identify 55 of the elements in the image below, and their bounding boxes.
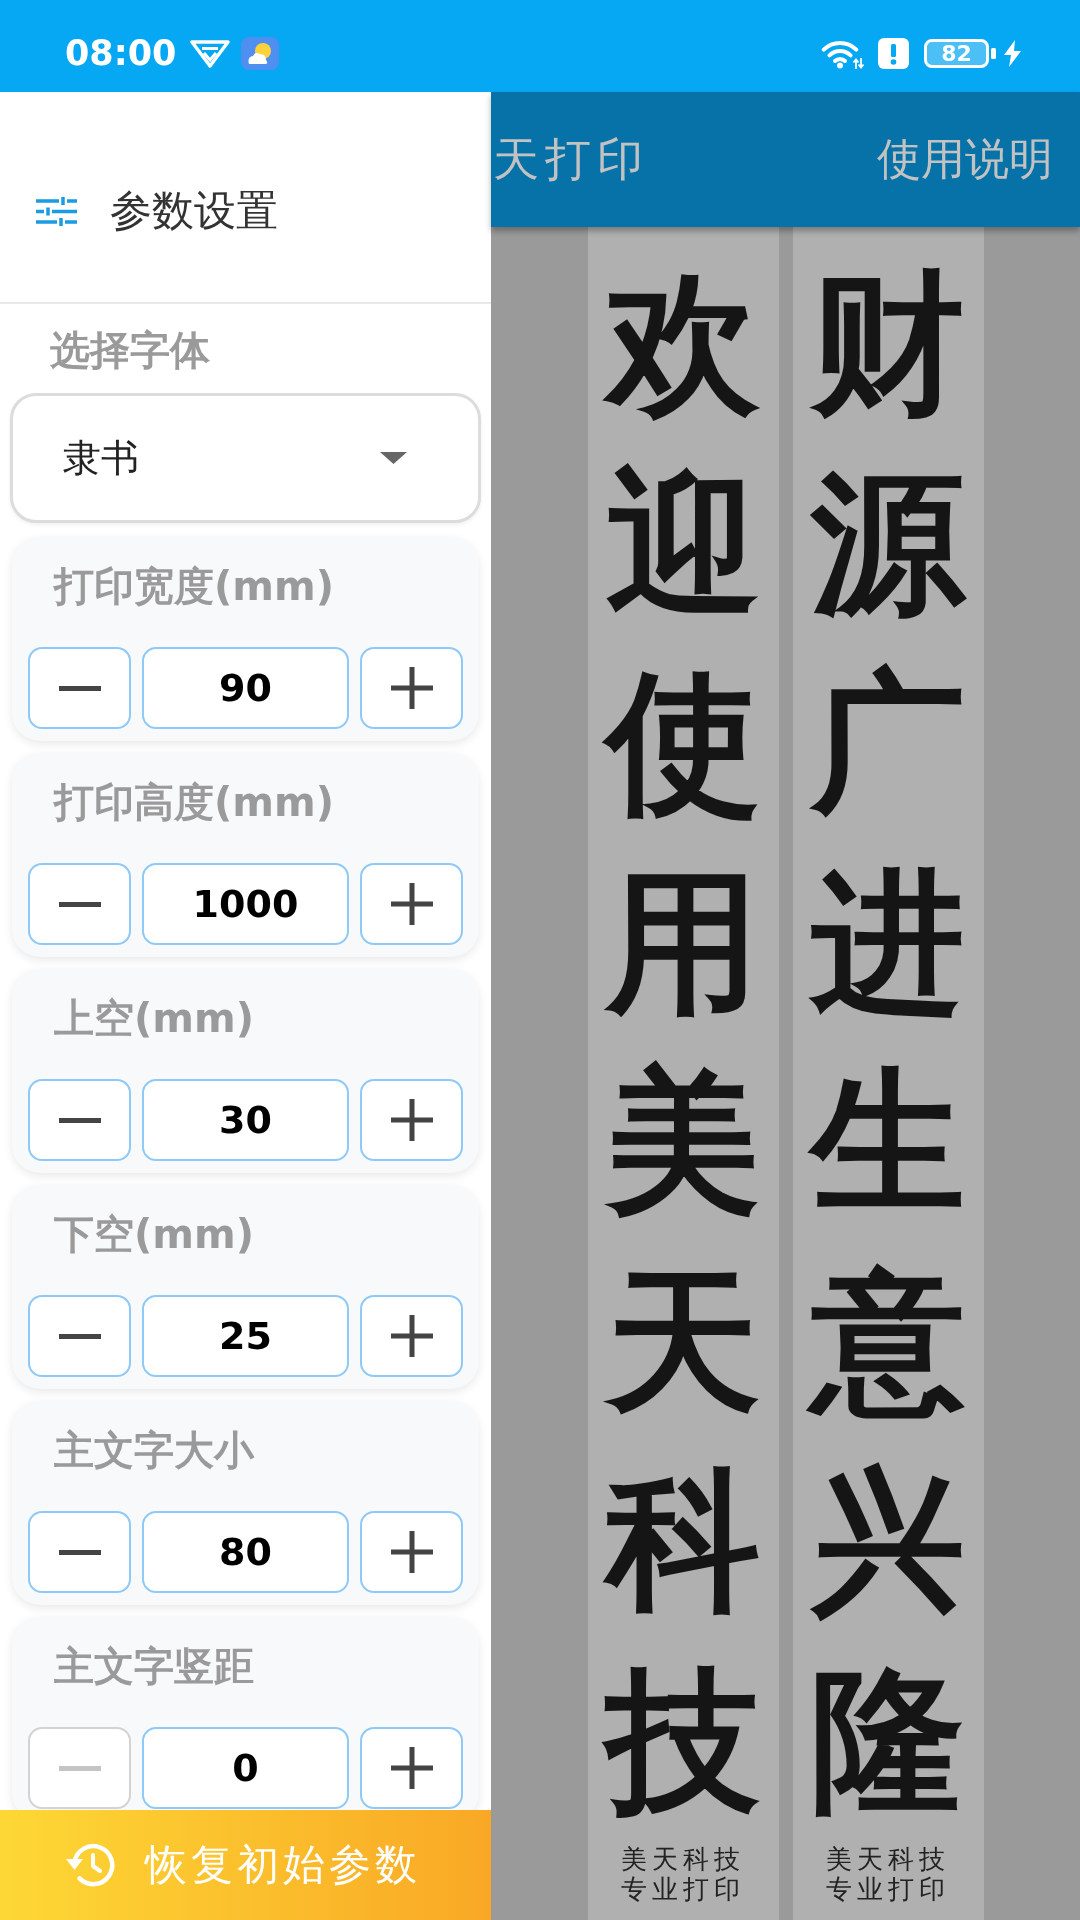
parameter-label: 上空(mm) — [54, 996, 255, 1040]
minus-icon — [58, 1549, 101, 1555]
plus-icon — [390, 1531, 433, 1573]
status-time: 08:00 — [65, 33, 177, 73]
increase-button[interactable] — [360, 1079, 463, 1161]
caret-icon — [380, 452, 407, 464]
footer-text: 专业打印 — [621, 1874, 745, 1904]
decrease-button[interactable] — [28, 1511, 131, 1593]
footer-text: 美天科技 — [826, 1844, 950, 1874]
parameter-label: 下空(mm) — [54, 1212, 255, 1256]
footer-text: 专业打印 — [826, 1874, 950, 1904]
value-field[interactable]: 25 — [142, 1295, 349, 1377]
battery-tip-icon — [991, 47, 996, 59]
field-label: 选择字体 — [50, 328, 211, 372]
battery-indicator: 82 — [924, 38, 989, 68]
minus-icon — [58, 685, 101, 691]
value-field[interactable]: 80 — [142, 1511, 349, 1593]
alert-icon — [878, 37, 909, 69]
decrease-button[interactable] — [28, 1079, 131, 1161]
increase-button[interactable] — [360, 1511, 463, 1593]
plus-icon — [390, 667, 433, 709]
plus-icon — [390, 1099, 433, 1141]
font-dropdown[interactable]: 隶书 — [10, 393, 481, 523]
sliders-icon — [36, 196, 77, 226]
parameter-label: 主文字大小 — [54, 1428, 256, 1472]
couplet-text: 财源广进生意兴隆 — [801, 243, 975, 1839]
minus-icon — [58, 1333, 101, 1339]
minus-icon — [58, 1765, 101, 1771]
increase-button[interactable] — [360, 863, 463, 945]
parameter-label: 打印高度(mm) — [54, 780, 335, 824]
drawer-title: 参数设置 — [110, 186, 278, 236]
plus-icon — [390, 1315, 433, 1357]
value-field[interactable]: 90 — [142, 647, 349, 729]
shield-icon — [189, 38, 232, 68]
weather-icon — [241, 36, 280, 70]
value-field[interactable]: 30 — [142, 1079, 349, 1161]
footer-text: 美天科技 — [621, 1844, 745, 1874]
app-title: 天打印 — [493, 130, 649, 188]
minus-icon — [58, 901, 101, 907]
parameter-label: 主文字竖距 — [54, 1644, 255, 1688]
value-field[interactable]: 0 — [142, 1727, 349, 1809]
increase-button[interactable] — [360, 1727, 463, 1809]
charging-icon — [1004, 39, 1021, 67]
increase-button[interactable] — [360, 647, 463, 729]
decrease-button[interactable] — [28, 1295, 131, 1377]
history-icon — [63, 1842, 115, 1888]
increase-button[interactable] — [360, 1295, 463, 1377]
decrease-button[interactable] — [28, 647, 131, 729]
value-field[interactable]: 1000 — [142, 863, 349, 945]
plus-icon — [390, 1747, 433, 1789]
parameter-label: 打印宽度(mm) — [54, 564, 335, 608]
couplet-text: 欢迎使用美天科技 — [596, 243, 770, 1839]
minus-icon — [58, 1117, 101, 1123]
decrease-button[interactable] — [28, 863, 131, 945]
plus-icon — [390, 883, 433, 925]
